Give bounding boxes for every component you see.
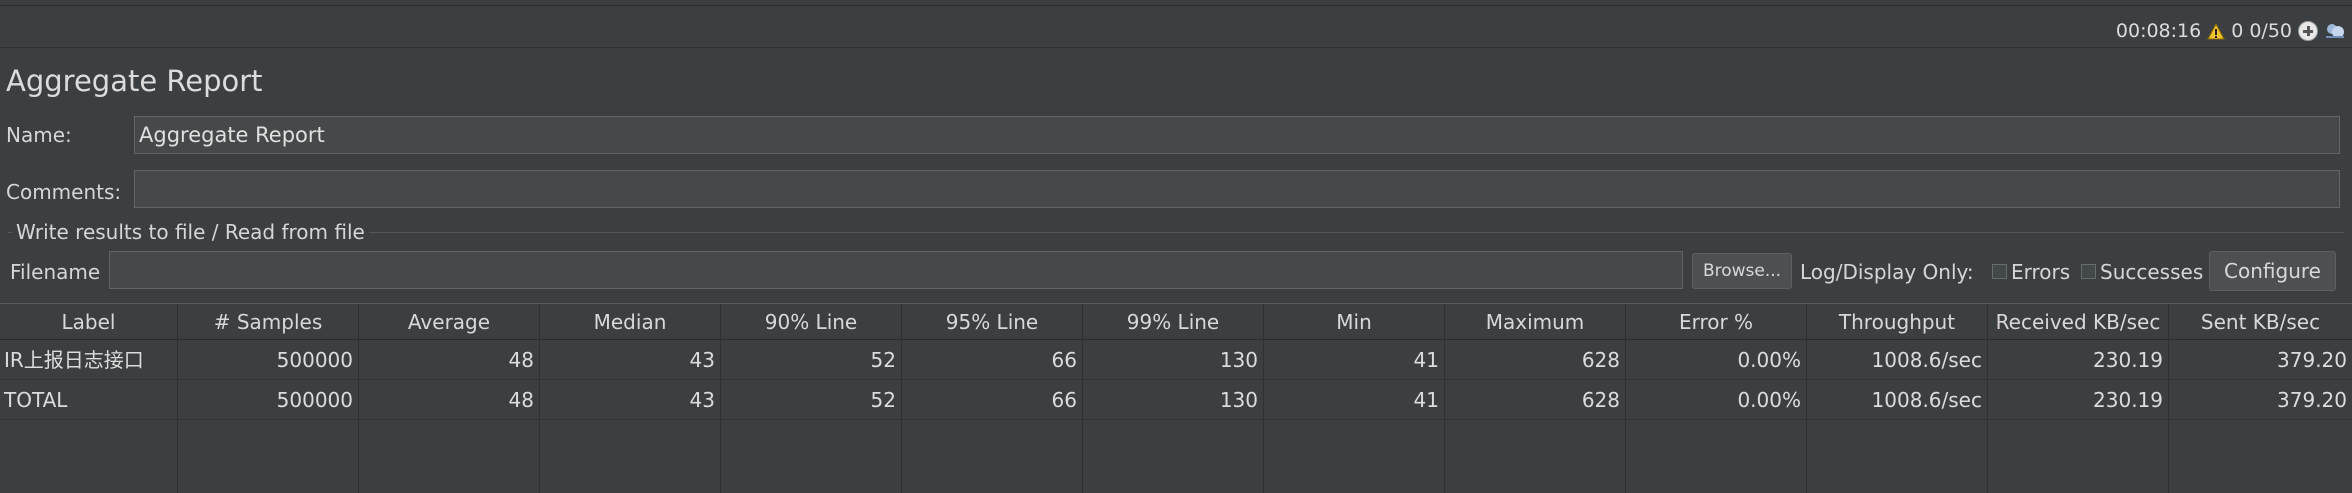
cell-median: 43: [540, 380, 721, 420]
cell-min: 41: [1264, 380, 1445, 420]
cell-maximum: 628: [1445, 340, 1626, 380]
column-divider: [1264, 420, 1445, 493]
comments-label: Comments:: [6, 180, 122, 204]
warning-count: 0: [2231, 20, 2244, 42]
cell-95-line: 66: [902, 340, 1083, 380]
filename-field[interactable]: [109, 251, 1683, 289]
col-header-median[interactable]: Median: [540, 304, 721, 340]
column-divider: [721, 420, 902, 493]
col-header-label[interactable]: Label: [0, 304, 178, 340]
active-threads: 0/50: [2249, 20, 2292, 42]
table-row[interactable]: TOTAL 500000 48 43 52 66 130 41 628 0.00…: [0, 380, 2352, 420]
remote-start-icon[interactable]: [2298, 21, 2318, 41]
col-header-error-pct[interactable]: Error %: [1626, 304, 1807, 340]
toolbar: 00:08:16 0 0/50: [0, 6, 2352, 48]
cell-received: 230.19: [1988, 340, 2169, 380]
warning-icon[interactable]: [2207, 22, 2226, 40]
cell-min: 41: [1264, 340, 1445, 380]
table-row[interactable]: IR上报日志接口 500000 48 43 52 66 130 41 628 0…: [0, 340, 2352, 380]
cell-sent: 379.20: [2277, 348, 2347, 372]
errors-label: Errors: [2011, 260, 2071, 284]
col-header-samples[interactable]: # Samples: [178, 304, 359, 340]
column-divider: [540, 420, 721, 493]
col-header-95-line[interactable]: 95% Line: [902, 304, 1083, 340]
column-divider: [1807, 420, 1988, 493]
col-header-average[interactable]: Average: [359, 304, 540, 340]
browse-button[interactable]: Browse...: [1692, 253, 1792, 289]
cell-sent: 379.20: [2277, 388, 2347, 412]
column-divider: [1083, 420, 1264, 493]
cell-samples: 500000: [178, 380, 359, 420]
column-divider: [1445, 420, 1626, 493]
aggregate-table: Label # Samples Average Median 90% Line …: [0, 303, 2352, 493]
cell-95-line: 66: [902, 380, 1083, 420]
cell-90-line: 52: [721, 340, 902, 380]
cell-median: 43: [540, 340, 721, 380]
column-divider: [359, 420, 540, 493]
cell-90-line: 52: [721, 380, 902, 420]
cell-99-line: 130: [1083, 380, 1264, 420]
file-group-title: Write results to file / Read from file: [12, 220, 369, 244]
cell-error-pct: 0.00%: [1626, 340, 1807, 380]
successes-checkbox[interactable]: [2081, 264, 2096, 279]
col-header-maximum[interactable]: Maximum: [1445, 304, 1626, 340]
col-header-99-line[interactable]: 99% Line: [1083, 304, 1264, 340]
name-label: Name:: [6, 123, 72, 147]
cell-error-pct: 0.00%: [1626, 380, 1807, 420]
comments-field[interactable]: [134, 170, 2340, 208]
column-divider: [178, 420, 359, 493]
elapsed-time: 00:08:16: [2115, 20, 2202, 42]
filename-label: Filename: [10, 260, 101, 284]
errors-checkbox[interactable]: [1992, 264, 2007, 279]
cell-average: 48: [359, 340, 540, 380]
column-divider: [902, 420, 1083, 493]
cell-label: TOTAL: [0, 380, 178, 420]
cell-samples: 500000: [178, 340, 359, 380]
col-header-throughput[interactable]: Throughput: [1807, 304, 1988, 340]
cell-average: 48: [359, 380, 540, 420]
cell-99-line: 130: [1083, 340, 1264, 380]
col-header-received[interactable]: Received KB/sec: [1988, 304, 2169, 340]
log-display-only-label: Log/Display Only:: [1800, 260, 1974, 284]
page-title: Aggregate Report: [6, 64, 263, 98]
cell-maximum: 628: [1445, 380, 1626, 420]
cell-label: IR上报日志接口: [0, 340, 178, 380]
column-divider: [1626, 420, 1807, 493]
successes-label: Successes: [2100, 260, 2204, 284]
column-divider: [0, 420, 178, 493]
cell-received: 230.19: [1988, 380, 2169, 420]
log-viewer-icon[interactable]: [2324, 21, 2346, 41]
col-header-min[interactable]: Min: [1264, 304, 1445, 340]
col-header-90-line[interactable]: 90% Line: [721, 304, 902, 340]
configure-button[interactable]: Configure: [2209, 251, 2336, 291]
col-header-sent[interactable]: Sent KB/sec: [2169, 304, 2352, 340]
cell-throughput: 1008.6/sec: [1807, 340, 1988, 380]
run-status: 00:08:16 0 0/50: [2116, 18, 2346, 44]
cell-throughput: 1008.6/sec: [1807, 380, 1988, 420]
column-divider: [1988, 420, 2169, 493]
name-field[interactable]: Aggregate Report: [134, 116, 2340, 154]
table-header: Label # Samples Average Median 90% Line …: [0, 303, 2352, 340]
